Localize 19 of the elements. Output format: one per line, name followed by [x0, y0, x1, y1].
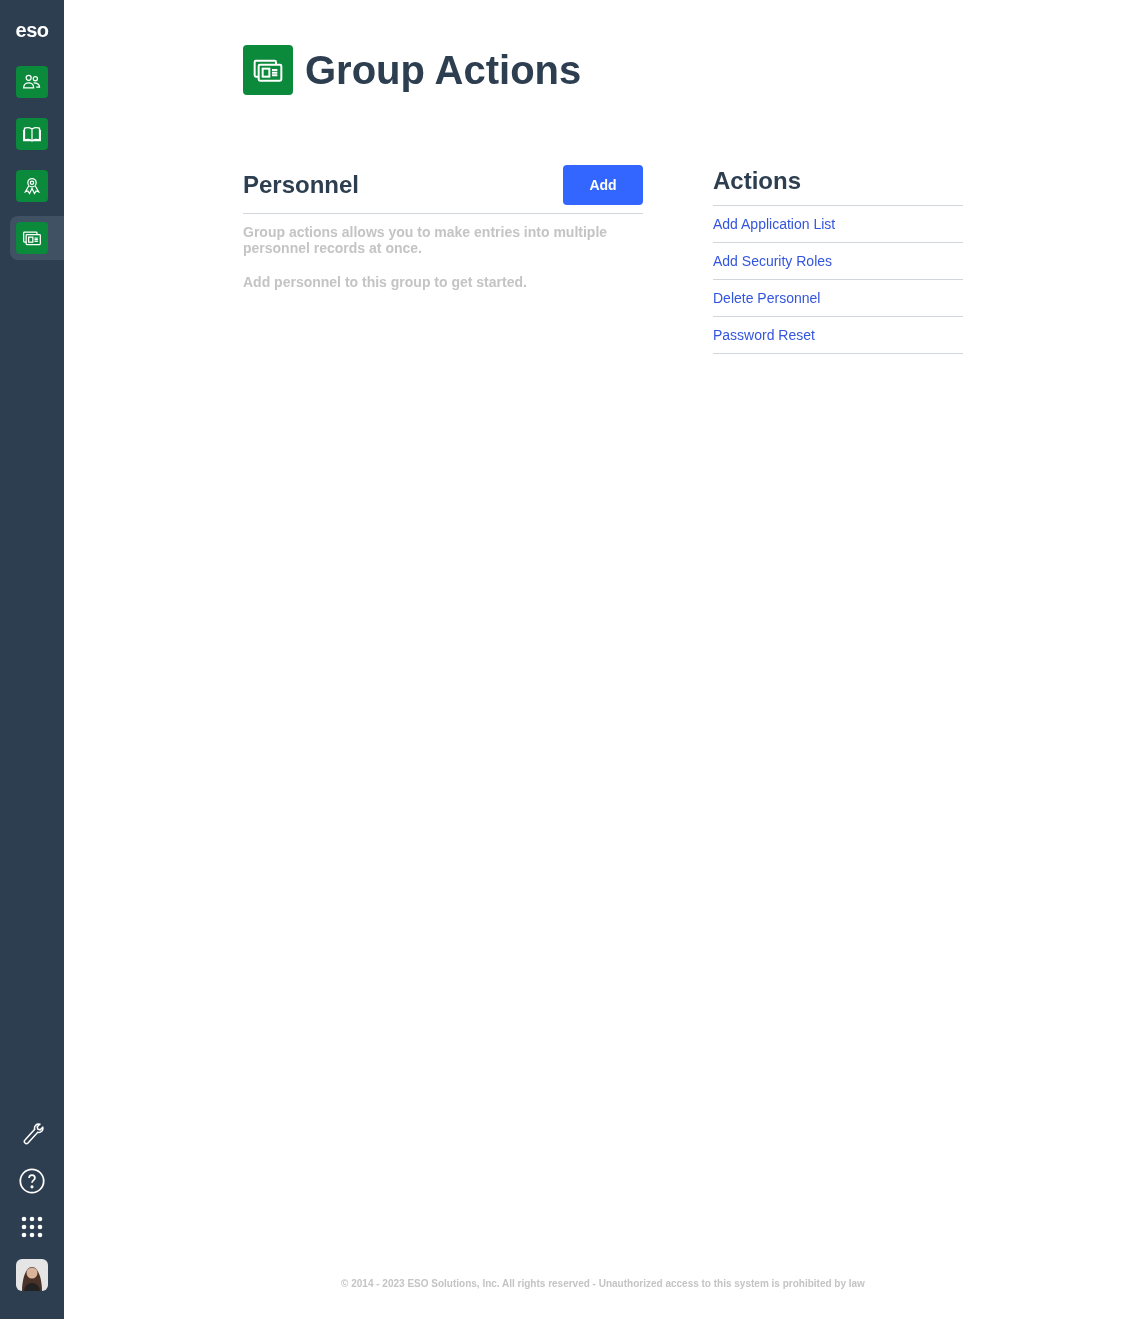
nav-item[interactable]: [10, 216, 64, 260]
section-heading: Actions: [713, 165, 963, 206]
help-icon[interactable]: [18, 1167, 46, 1195]
action-link[interactable]: Add Application List: [713, 214, 836, 234]
book-icon: [22, 124, 42, 144]
action-link[interactable]: Delete Personnel: [713, 288, 821, 308]
wrench-icon[interactable]: [20, 1123, 44, 1147]
section-heading: Personnel: [243, 170, 360, 200]
footer-text: © 2014 - 2023 ESO Solutions, Inc. All rights reserved - Unauthorized access to this system is prohibited by law: [340, 1277, 866, 1291]
page-title: Group Actions: [305, 50, 582, 90]
apps-grid-icon[interactable]: [20, 1215, 44, 1239]
award-icon: [22, 176, 42, 196]
logo[interactable]: eso: [15, 20, 49, 40]
action-link[interactable]: Password Reset: [713, 325, 815, 345]
description-text: Group actions allows you to make entries into multiple personnel records at once.: [243, 224, 609, 256]
avatar[interactable]: [16, 1259, 48, 1291]
hint-text: Add personnel to this group to get started.: [243, 273, 528, 292]
action-link[interactable]: Add Security Roles: [713, 251, 833, 271]
add-button[interactable]: Add: [563, 165, 643, 205]
